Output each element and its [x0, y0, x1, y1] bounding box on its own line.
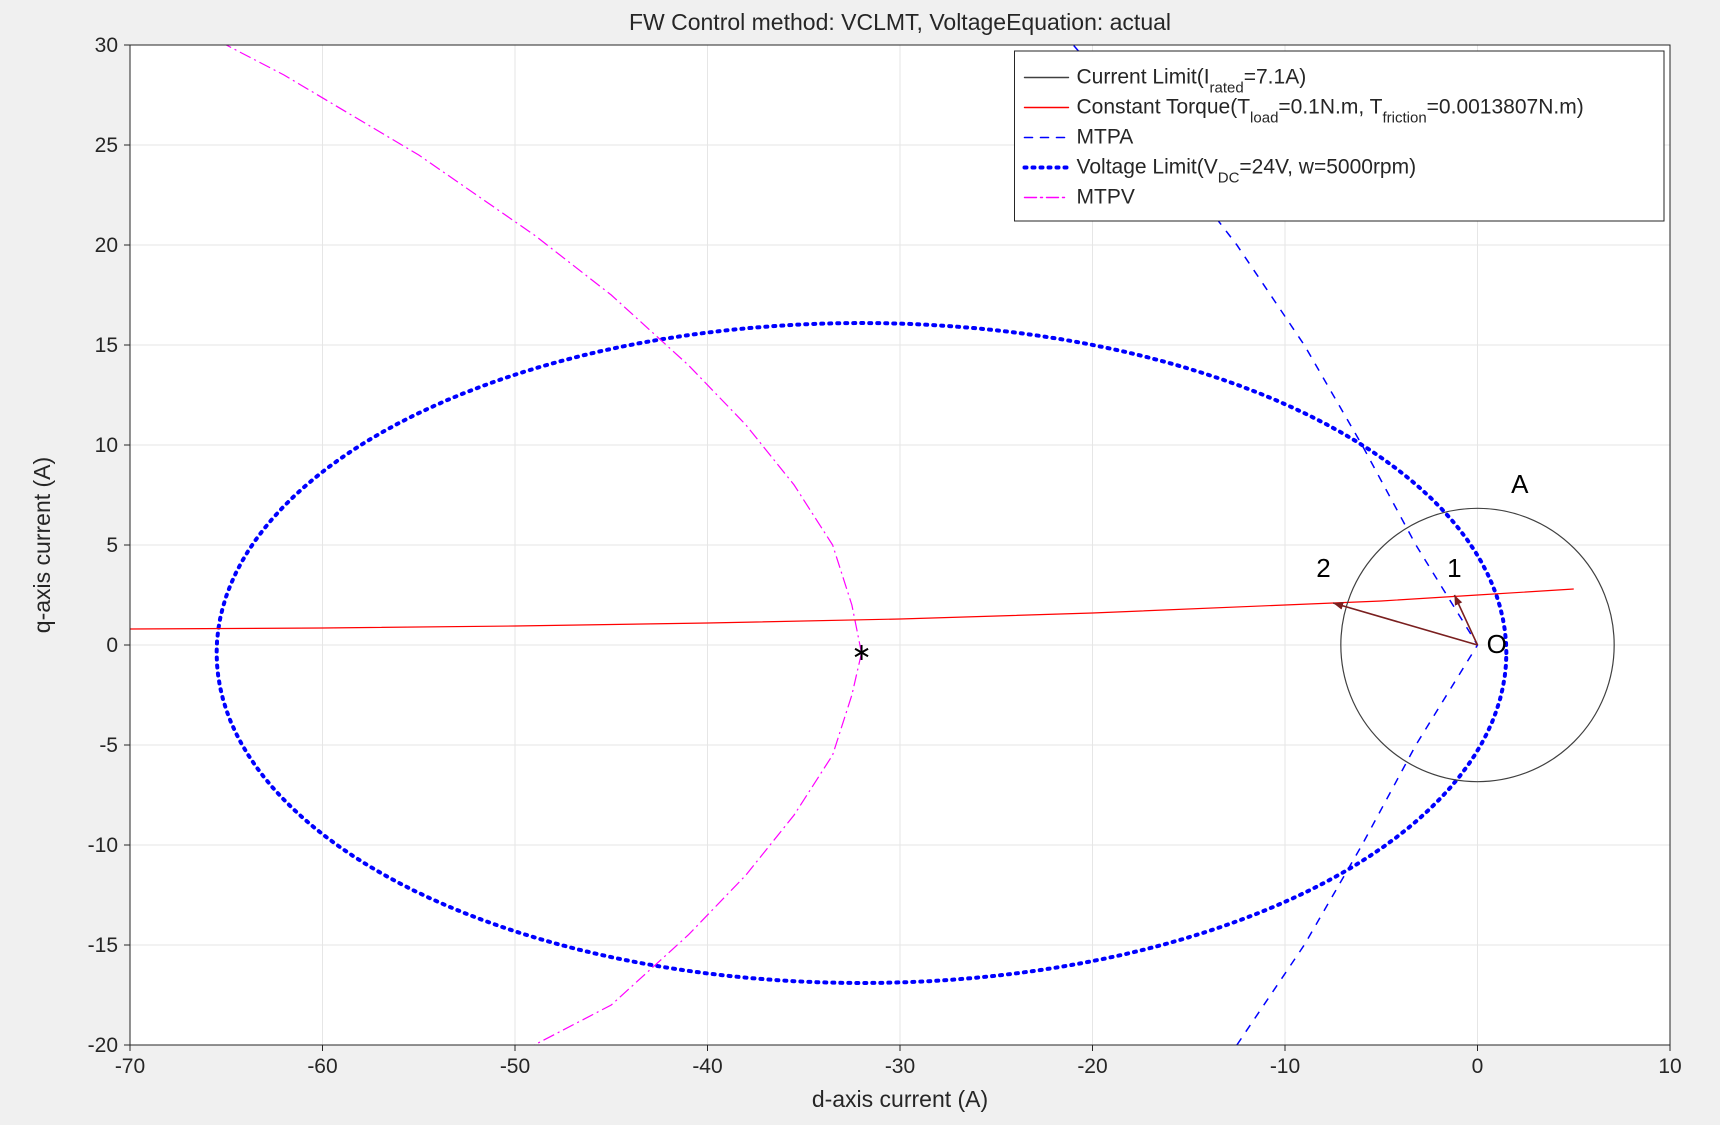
svg-text:5: 5 [106, 534, 118, 557]
svg-text:10: 10 [95, 434, 118, 457]
legend-item: MTPV [1077, 186, 1135, 209]
svg-text:-20: -20 [88, 1034, 118, 1057]
x-axis-label: d-axis current (A) [812, 1086, 988, 1112]
svg-text:25: 25 [95, 134, 118, 157]
svg-text:-5: -5 [99, 734, 118, 757]
svg-text:-60: -60 [307, 1055, 337, 1078]
svg-text:-10: -10 [88, 834, 118, 857]
svg-text:-20: -20 [1077, 1055, 1107, 1078]
svg-text:-10: -10 [1270, 1055, 1300, 1078]
svg-text:-15: -15 [88, 934, 118, 957]
figure: -70-60-50-40-30-20-10010-20-15-10-505101… [0, 0, 1720, 1125]
svg-text:10: 10 [1658, 1055, 1681, 1078]
svg-text:-40: -40 [692, 1055, 722, 1078]
svg-text:-30: -30 [885, 1055, 915, 1078]
svg-text:20: 20 [95, 234, 118, 257]
svg-text:30: 30 [95, 34, 118, 57]
svg-text:15: 15 [95, 334, 118, 357]
point-label-1: 1 [1447, 553, 1461, 583]
legend-item: MTPA [1077, 126, 1134, 149]
y-axis-label: q-axis current (A) [29, 457, 55, 633]
point-label-O: O [1487, 629, 1507, 659]
ellipse-center-marker: ∗ [851, 639, 871, 666]
legend: Current Limit(Irated=7.1A)Constant Torqu… [1015, 51, 1665, 221]
svg-text:-50: -50 [500, 1055, 530, 1078]
chart-title: FW Control method: VCLMT, VoltageEquatio… [629, 9, 1171, 35]
point-label-A: A [1511, 469, 1529, 499]
svg-text:-70: -70 [115, 1055, 145, 1078]
svg-text:0: 0 [106, 634, 118, 657]
svg-text:0: 0 [1472, 1055, 1484, 1078]
point-label-2: 2 [1316, 553, 1330, 583]
chart-svg: -70-60-50-40-30-20-10010-20-15-10-505101… [0, 0, 1720, 1125]
